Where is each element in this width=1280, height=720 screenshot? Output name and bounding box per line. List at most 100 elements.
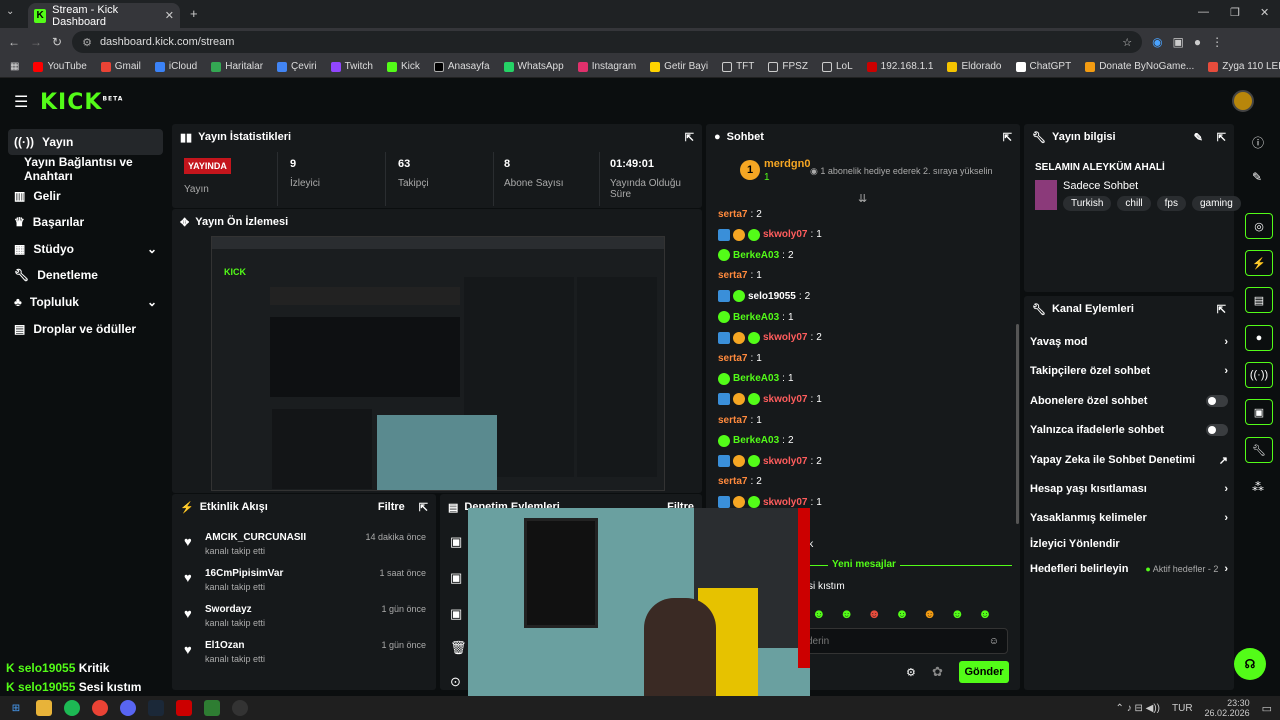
notification-icon[interactable]: ▭ [1262, 702, 1272, 715]
pencil-icon[interactable]: ✎ [1252, 170, 1262, 184]
popout-icon[interactable]: ⇱ [1003, 131, 1012, 144]
sidebar-item-droplar[interactable]: ▤ Droplar ve ödüller [8, 316, 163, 342]
emote-icon[interactable]: ☻ [895, 606, 909, 621]
chat-username[interactable]: selo19055 [748, 291, 796, 302]
bookmark-item[interactable]: Anasayfa [433, 61, 490, 72]
tab-search-icon[interactable]: ⌄ [6, 6, 14, 17]
hamburger-menu-icon[interactable]: ☰ [14, 92, 28, 112]
clock[interactable]: 23:30 26.02.2026 [1205, 698, 1250, 718]
bookmark-item[interactable]: Eldorado [947, 61, 1002, 72]
discord-icon[interactable] [120, 700, 136, 716]
bookmark-item[interactable]: Getir Bayi [650, 61, 708, 72]
filter-button[interactable]: Filtre [378, 501, 405, 513]
sidebar-item-stream-key[interactable]: Yayın Bağlantısı ve Anahtarı [18, 155, 178, 183]
explorer-icon[interactable] [36, 700, 52, 716]
bookmark-item[interactable]: YouTube [33, 61, 87, 72]
bookmark-item[interactable]: Twitch [330, 61, 373, 72]
app-icon[interactable] [204, 700, 220, 716]
emote-icon[interactable]: ☻ [950, 606, 964, 621]
bookmark-item[interactable]: Çeviri [277, 61, 317, 72]
settings-gear-icon[interactable]: ⚙ [906, 666, 916, 679]
rail-broadcast-button[interactable]: ((·)) [1245, 362, 1273, 388]
windows-start-icon[interactable]: ⊞ [8, 700, 24, 716]
action-slow-mode[interactable]: Yavaş mod › [1030, 329, 1228, 355]
popout-icon[interactable]: ⇱ [1217, 131, 1226, 144]
close-tab-icon[interactable]: ✕ [165, 9, 174, 22]
bookmark-item[interactable]: Kick [386, 61, 420, 72]
action-subs-only[interactable]: Abonelere özel sohbet [1030, 388, 1228, 414]
bookmark-item[interactable]: iCloud [154, 61, 197, 72]
popout-icon[interactable]: ⇱ [1217, 303, 1226, 316]
rail-doc-button[interactable]: ▤ [1245, 287, 1273, 313]
sidebar-item-denetleme[interactable]: 🔧︎ Denetleme [8, 262, 163, 288]
language-indicator[interactable]: TUR [1172, 703, 1193, 714]
send-button[interactable]: Gönder [959, 661, 1009, 683]
tray-icons[interactable]: ⌃ ♪ ⊟ ◀)) [1116, 703, 1160, 714]
sidebar-item-gelir[interactable]: ▥ Gelir [8, 183, 163, 209]
action-account-age[interactable]: Hesap yaşı kısıtlaması › [1030, 476, 1228, 502]
restore-icon[interactable]: ❐ [1230, 6, 1240, 19]
bookmark-item[interactable]: Haritalar [211, 61, 263, 72]
bookmark-star-icon[interactable]: ☆ [1122, 36, 1132, 49]
bookmark-item[interactable]: Zyga 110 LED RGB S... [1208, 61, 1280, 72]
browser-menu-icon[interactable]: ⋮ [1211, 35, 1223, 49]
site-info-icon[interactable]: ⚙ [82, 36, 92, 49]
bookmark-item[interactable]: Gmail [100, 61, 141, 72]
reload-icon[interactable]: ↻ [52, 35, 62, 49]
chat-username[interactable]: skwoly07 [763, 456, 807, 467]
rail-wrench-button[interactable]: 🔧︎ [1245, 437, 1273, 463]
emote-icon[interactable]: ☻ [923, 606, 937, 621]
url-field[interactable]: ⚙ dashboard.kick.com/stream ☆ [72, 31, 1143, 53]
action-followers-only[interactable]: Takipçilere özel sohbet › [1030, 358, 1228, 384]
more-icon[interactable]: ⁂ [1252, 480, 1264, 494]
emote-icon[interactable]: ☻ [812, 606, 826, 621]
support-button[interactable]: ☊ [1234, 648, 1266, 680]
window-close-icon[interactable]: ✕ [1260, 6, 1269, 19]
chat-username[interactable]: serta7 [718, 209, 747, 220]
apps-grid-icon[interactable]: ▦ [10, 61, 19, 72]
bookmark-folder[interactable]: TFT [722, 61, 754, 72]
action-goals[interactable]: Hedefleri belirleyin ● Aktif hedefler - 2… [1030, 556, 1228, 582]
edit-icon[interactable]: ✎ [1194, 131, 1203, 144]
action-redirect-viewers[interactable]: İzleyici Yönlendir [1030, 531, 1228, 557]
bookmark-folder[interactable]: LoL [821, 61, 853, 72]
mod-icon[interactable]: ✿ [932, 664, 943, 680]
action-ai-moderation[interactable]: Yapay Zeka ile Sohbet Denetimi ↗ [1030, 447, 1228, 473]
chat-username[interactable]: skwoly07 [763, 229, 807, 240]
extension-icon[interactable]: ◉ [1152, 35, 1162, 49]
chat-username[interactable]: skwoly07 [763, 394, 807, 405]
chat-input[interactable]: derin ☺ [790, 628, 1008, 654]
chrome-icon[interactable] [92, 700, 108, 716]
bookmark-item[interactable]: 192.168.1.1 [866, 61, 933, 72]
rail-chat-button[interactable]: ● [1245, 325, 1273, 351]
app-icon[interactable] [176, 700, 192, 716]
info-icon[interactable]: ⓘ [1252, 134, 1264, 151]
kick-logo[interactable]: KICKBETA [40, 90, 123, 115]
chat-username[interactable]: skwoly07 [763, 332, 807, 343]
toggle-switch[interactable] [1206, 424, 1228, 436]
sidebar-item-studyo[interactable]: ▦ Stüdyo ⌄ [8, 236, 163, 262]
profile-avatar-icon[interactable]: ● [1194, 35, 1201, 49]
action-emotes-only[interactable]: Yalnızca ifadelerle sohbet [1030, 417, 1228, 443]
emoji-icon[interactable]: ☺ [989, 636, 999, 647]
stream-preview-video[interactable]: KICK [211, 236, 665, 491]
obs-icon[interactable] [232, 700, 248, 716]
rail-bolt-button[interactable]: ⚡ [1245, 250, 1273, 276]
chat-username[interactable]: BerkeA03 [733, 250, 779, 261]
rail-camera-button[interactable]: ◎ [1245, 213, 1273, 239]
steam-icon[interactable] [148, 700, 164, 716]
chat-username[interactable]: serta7 [718, 476, 747, 487]
popout-icon[interactable]: ⇱ [419, 501, 428, 514]
rail-info-button[interactable]: ▣ [1245, 399, 1273, 425]
action-banned-words[interactable]: Yasaklanmış kelimeler › [1030, 505, 1228, 531]
popout-icon[interactable]: ⇱ [685, 131, 694, 144]
bookmark-item[interactable]: Instagram [577, 61, 636, 72]
spotify-icon[interactable] [64, 700, 80, 716]
chat-username[interactable]: BerkeA03 [733, 373, 779, 384]
collapse-icon[interactable]: ⇊ [858, 192, 867, 205]
emote-icon[interactable]: ☻ [978, 606, 992, 621]
sidebar-item-yayin[interactable]: ((·)) Yayın [8, 129, 163, 155]
forward-icon[interactable]: → [30, 35, 42, 49]
toggle-switch[interactable] [1206, 395, 1228, 407]
emote-icon[interactable]: ☻ [840, 606, 854, 621]
